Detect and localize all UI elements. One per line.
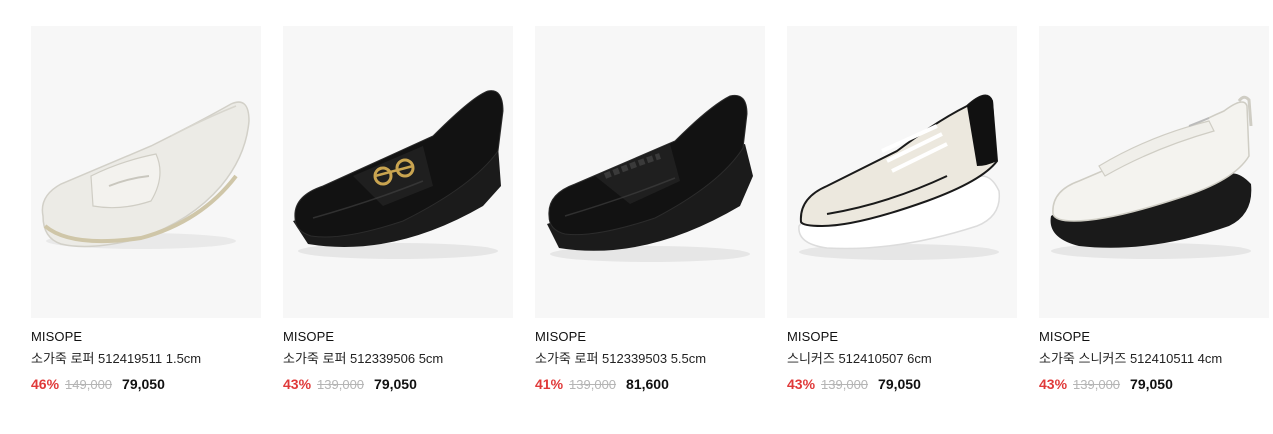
price-row: 43% 139,000 79,050	[283, 376, 513, 393]
white-chunky-sneaker-icon	[798, 94, 1001, 260]
product-image[interactable]	[1039, 26, 1269, 318]
white-maryjane-sneaker-icon	[1050, 95, 1253, 259]
original-price: 139,000	[821, 377, 869, 392]
sale-price: 79,050	[374, 376, 417, 392]
original-price: 139,000	[569, 377, 617, 392]
sale-price: 79,050	[122, 376, 165, 392]
price-row: 43% 139,000 79,050	[1039, 376, 1269, 393]
product-name[interactable]: 소가죽 스니커즈 512410511 4cm	[1039, 350, 1269, 367]
product-name[interactable]: 스니커즈 512410507 6cm	[787, 350, 1017, 367]
discount-rate: 43%	[1039, 376, 1068, 392]
product-brand: MISOPE	[283, 329, 335, 344]
price-row: 43% 139,000 79,050	[787, 376, 1017, 393]
product-image[interactable]	[283, 26, 513, 318]
product-card[interactable]: MISOPE 소가죽 스니커즈 512410511 4cm 43% 139,00…	[1039, 26, 1269, 393]
product-name[interactable]: 소가죽 로퍼 512339506 5cm	[283, 350, 513, 367]
product-image[interactable]	[787, 26, 1017, 318]
discount-rate: 41%	[535, 376, 564, 392]
product-brand: MISOPE	[31, 329, 83, 344]
discount-rate: 46%	[31, 376, 60, 392]
product-card[interactable]: MISOPE 스니커즈 512410507 6cm 43% 139,000 79…	[787, 26, 1017, 393]
black-chain-loafer-icon	[547, 94, 753, 262]
original-price: 149,000	[65, 377, 113, 392]
sale-price: 81,600	[626, 376, 669, 392]
discount-rate: 43%	[787, 376, 816, 392]
product-brand: MISOPE	[787, 329, 839, 344]
product-grid: MISOPE 소가죽 로퍼 512419511 1.5cm 46% 149,00…	[31, 26, 1269, 393]
product-name[interactable]: 소가죽 로퍼 512339503 5.5cm	[535, 350, 765, 367]
price-row: 46% 149,000 79,050	[31, 376, 261, 393]
product-card[interactable]: MISOPE 소가죽 로퍼 512339503 5.5cm 41% 139,00…	[535, 26, 765, 393]
product-card[interactable]: MISOPE 소가죽 로퍼 512419511 1.5cm 46% 149,00…	[31, 26, 261, 393]
product-brand: MISOPE	[1039, 329, 1091, 344]
product-card[interactable]: MISOPE 소가죽 로퍼 512339506 5cm 43% 139,000 …	[283, 26, 513, 393]
original-price: 139,000	[1073, 377, 1121, 392]
product-image[interactable]	[535, 26, 765, 318]
white-penny-loafer-icon	[41, 101, 250, 249]
product-brand: MISOPE	[535, 329, 587, 344]
black-horsebit-loafer-icon	[293, 90, 504, 259]
product-image[interactable]	[31, 26, 261, 318]
sale-price: 79,050	[878, 376, 921, 392]
discount-rate: 43%	[283, 376, 312, 392]
product-name[interactable]: 소가죽 로퍼 512419511 1.5cm	[31, 350, 261, 367]
price-row: 41% 139,000 81,600	[535, 376, 765, 393]
original-price: 139,000	[317, 377, 365, 392]
sale-price: 79,050	[1130, 376, 1173, 392]
